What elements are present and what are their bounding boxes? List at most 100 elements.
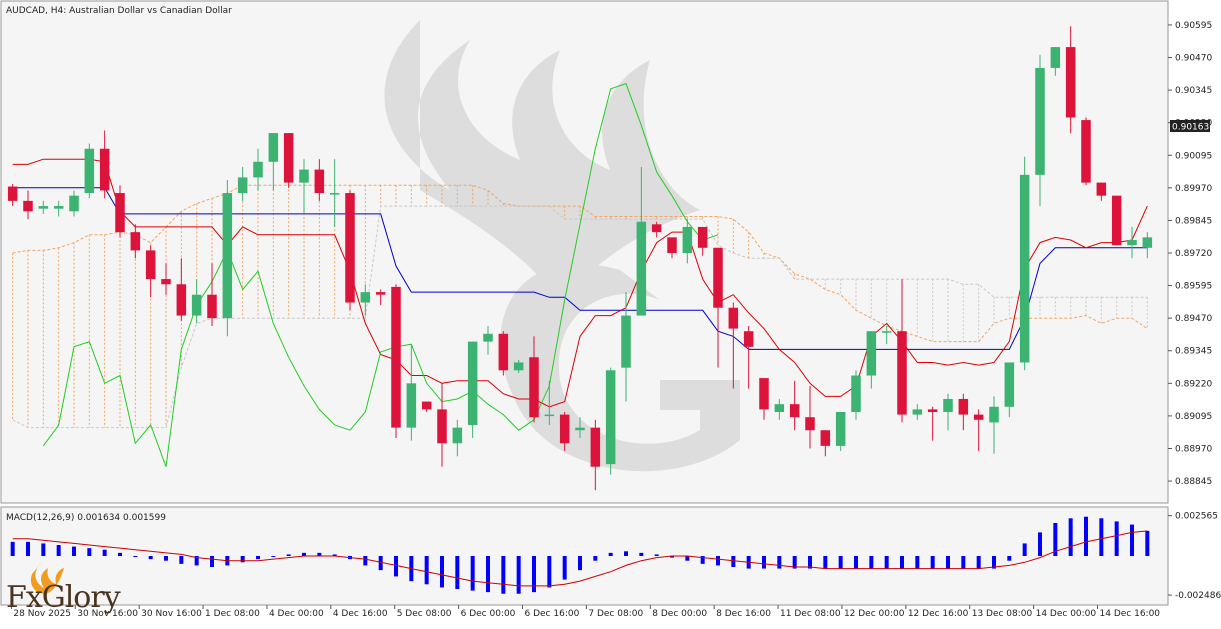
candle-bear — [897, 331, 907, 415]
macd-histogram-bar — [41, 543, 46, 556]
y-tick-label: 0.89970 — [1175, 184, 1212, 194]
y-tick-label: 0.89095 — [1175, 412, 1212, 422]
candle-bear — [743, 331, 754, 347]
candle-bear — [345, 193, 355, 303]
candle-bull — [360, 292, 371, 303]
candle-bear — [958, 398, 969, 415]
chart-window: 0.905950.904700.903450.902200.900950.899… — [0, 0, 1221, 625]
macd-histogram-bar — [593, 556, 598, 561]
y-tick-label: 0.89345 — [1175, 347, 1212, 357]
macd-histogram-bar — [562, 556, 567, 580]
y-tick-label: 0.89595 — [1175, 282, 1212, 292]
x-tick-label: 1 Dec 08:00 — [205, 609, 260, 619]
macd-histogram-bar — [1007, 556, 1012, 561]
candle-bear — [973, 414, 984, 420]
candle-bull — [544, 414, 555, 417]
y-tick-label: 0.90345 — [1175, 86, 1212, 96]
x-tick-label: 7 Dec 08:00 — [588, 609, 643, 619]
candle-bull — [682, 226, 693, 253]
candle-bear — [314, 169, 325, 194]
x-tick-label: 6 Dec 16:00 — [525, 609, 580, 619]
candle-bull — [253, 161, 263, 178]
macd-y-tick-label: 0.002565 — [1175, 512, 1218, 522]
candle-bull — [299, 169, 309, 183]
x-tick-label: 8 Dec 00:00 — [652, 609, 707, 619]
candle-bull — [513, 362, 524, 371]
x-tick-label: 11 Dec 08:00 — [780, 609, 841, 619]
macd-histogram-bar — [976, 556, 981, 569]
macd-histogram-bar — [102, 549, 107, 556]
macd-histogram-bar — [608, 552, 613, 556]
candle-bear — [207, 294, 217, 319]
macd-histogram-bar — [363, 556, 368, 566]
candle-bear — [1065, 47, 1076, 118]
candle-bear — [145, 250, 156, 280]
candle-bear — [1111, 195, 1122, 246]
candle-bear — [651, 224, 662, 233]
macd-histogram-bar — [286, 554, 291, 556]
candle-bear — [176, 284, 187, 316]
macd-histogram-bar — [271, 556, 276, 557]
macd-histogram-bar — [547, 556, 552, 588]
macd-histogram-bar — [838, 556, 843, 569]
candle-bear — [161, 279, 171, 285]
candle-bull — [1019, 174, 1030, 363]
candle-bull — [575, 427, 585, 431]
chart-svg: 0.905950.904700.903450.902200.900950.899… — [0, 0, 1221, 619]
macd-histogram-bar — [930, 556, 935, 569]
candle-bull — [1035, 67, 1045, 175]
x-tick-label: 14 Dec 16:00 — [1100, 609, 1161, 619]
macd-histogram-bar — [87, 548, 92, 556]
candle-bear — [375, 292, 386, 295]
macd-histogram-bar — [470, 556, 475, 591]
candle-bull — [943, 398, 953, 412]
candle-bull — [881, 331, 892, 333]
macd-histogram-bar — [762, 556, 766, 569]
macd-histogram-bar — [869, 556, 874, 569]
macd-histogram-bar — [72, 546, 76, 556]
x-tick-label: 4 Dec 00:00 — [269, 609, 324, 619]
macd-histogram-bar — [654, 554, 659, 556]
x-tick-label: 4 Dec 16:00 — [333, 609, 388, 619]
macd-histogram-bar — [823, 556, 828, 569]
macd-histogram-bar — [1145, 530, 1150, 556]
macd-histogram-bar — [1114, 521, 1119, 556]
macd-histogram-bar — [716, 556, 720, 566]
macd-y-tick-label: -0.002486 — [1175, 591, 1221, 601]
x-tick-label: 5 Dec 08:00 — [397, 609, 452, 619]
candle-bull — [1004, 362, 1015, 407]
candle-bull — [53, 206, 64, 209]
y-tick-label: 0.89470 — [1175, 314, 1212, 324]
macd-histogram-bar — [884, 556, 889, 569]
macd-histogram-bar — [133, 556, 138, 557]
macd-histogram-bar — [148, 556, 153, 560]
macd-histogram-bar — [210, 556, 214, 567]
candle-bear — [421, 401, 432, 410]
candle-bear — [391, 286, 401, 428]
candle-bull — [1050, 47, 1061, 68]
macd-histogram-bar — [10, 541, 15, 556]
macd-histogram-bar — [624, 551, 628, 556]
candle-bull — [237, 177, 248, 194]
y-tick-label: 0.88970 — [1175, 444, 1212, 454]
macd-histogram-bar — [1022, 543, 1027, 556]
macd-histogram-bar — [486, 556, 490, 593]
candle-bear — [115, 193, 125, 233]
macd-histogram-bar — [1038, 532, 1042, 556]
candle-bull — [84, 148, 95, 194]
candle-bull — [1127, 239, 1137, 246]
candle-bear — [759, 378, 769, 410]
candle-bull — [483, 333, 493, 342]
macd-histogram-bar — [731, 556, 736, 567]
candle-bull — [636, 221, 647, 316]
candle-bull — [851, 375, 861, 412]
candle-bear — [437, 409, 447, 444]
candle-bear — [789, 404, 800, 418]
macd-histogram-bar — [777, 556, 782, 569]
candle-bear — [559, 414, 570, 444]
macd-histogram-bar — [946, 556, 950, 569]
candle-bear — [1081, 120, 1091, 183]
candle-bull — [38, 206, 49, 209]
macd-histogram-bar — [118, 552, 122, 556]
candle-bull — [191, 294, 202, 316]
